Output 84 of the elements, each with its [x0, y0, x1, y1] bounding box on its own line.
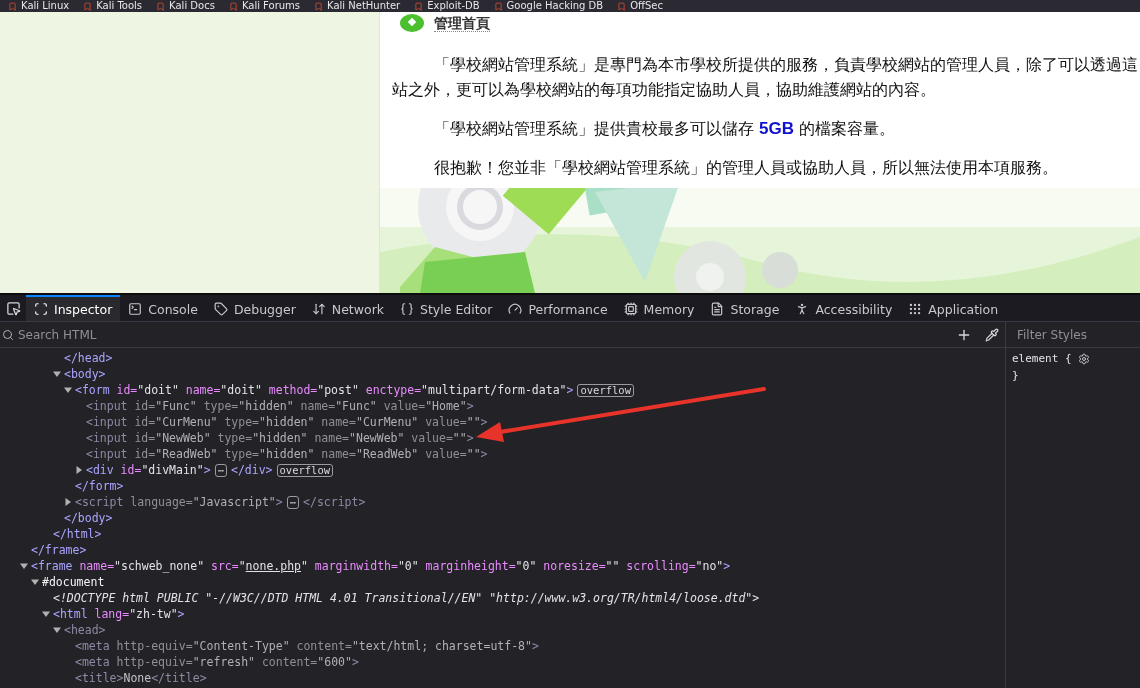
expanded-twisty-icon[interactable] — [64, 386, 72, 394]
expanded-twisty-icon[interactable] — [53, 370, 61, 378]
bookmark-icon — [493, 1, 503, 11]
tag-icon — [213, 302, 228, 316]
eyedropper-icon — [985, 327, 999, 342]
settings-icon[interactable] — [1077, 352, 1090, 365]
markup-text: <input id="NewWeb" type="hidden" name="NewWeb" value=""> — [86, 431, 474, 445]
paragraph-text: 「學校網站管理系統」提供貴校最多可以儲存 5GB 的檔案容量。 — [433, 118, 897, 140]
devtools-tab[interactable]: Memory — [615, 295, 703, 321]
collapsed-twisty-icon[interactable] — [75, 466, 83, 474]
devtools-tab[interactable]: Style Editor — [392, 295, 501, 321]
page-heading: 管理首頁 — [434, 14, 490, 32]
markup-badge[interactable]: ⋯ — [286, 495, 300, 509]
markup-text: </html> — [53, 527, 102, 541]
devtools-tab[interactable]: Accessibility — [787, 295, 901, 321]
bookmark-icon — [156, 1, 166, 11]
markup-text: <title>None</title> — [75, 671, 207, 685]
markup-text: </frame> — [31, 543, 87, 557]
bookmark-link[interactable]: Kali Forums — [228, 0, 301, 12]
markup-text: <input id="Func" type="hidden" name="Func" value="Home"> — [86, 399, 474, 413]
markup-text: <frame name="schweb_none" src="none.php" marginwidth="0" marginheight="0" noresize="" scrolling="no"> — [31, 559, 731, 573]
markup-text: <html lang="zh-tw"> — [53, 607, 185, 621]
pointer-icon — [5, 300, 21, 316]
expanded-twisty-icon[interactable] — [53, 626, 61, 634]
markup-text: <!DOCTYPE html PUBLIC "-//W3C//DTD HTML 4.01 Transitional//EN" "http://www.w3.org/TR/html4/loose.dtd"> — [53, 591, 760, 605]
devtools-tab[interactable]: Application — [900, 295, 1007, 321]
braces-icon — [400, 302, 414, 316]
paragraph-text: 「學校網站管理系統」是專門為本市學校所提供的服務，負責學校網站的管理人員，除了可以透過這 — [433, 54, 1139, 76]
bookmark-link[interactable]: OffSec — [617, 0, 663, 12]
markup-badge[interactable]: ⋯ — [214, 463, 227, 477]
link[interactable]: none.php — [245, 559, 301, 573]
bookmark-link[interactable]: Kali Tools — [83, 0, 143, 12]
markup-text: <meta http-equiv="Content-Type" content="text/html; charset=utf-8"> — [75, 639, 539, 653]
markup-text: <form id="doit" name="doit" method="post" enctype="multipart/form-data"> — [75, 383, 574, 397]
bookmark-link[interactable]: Kali Docs — [156, 0, 215, 12]
markup-text: #document — [42, 575, 105, 589]
inspector-icon — [34, 302, 48, 316]
markup-badge[interactable]: overflow — [276, 463, 334, 477]
markup-text: <head> — [64, 623, 106, 637]
search-field[interactable]: Search HTML — [16, 323, 949, 346]
markup-text: </script> — [303, 495, 366, 509]
bookmark-icon — [414, 1, 424, 11]
bookmark-link[interactable]: Kali Linux — [8, 0, 70, 12]
markup-text: </body> — [64, 511, 113, 525]
devtools-tab[interactable]: Performance — [500, 295, 616, 321]
devtools-tab[interactable]: Inspector — [26, 295, 121, 321]
bookmark-link[interactable]: Exploit-DB — [414, 0, 480, 12]
markup-text: </head> — [64, 351, 113, 365]
gauge-icon — [508, 302, 523, 316]
markup-text: <body> — [64, 367, 106, 381]
bookmark-link[interactable]: Google Hacking DB — [493, 0, 604, 12]
markup-text: <meta http-equiv="refresh" content="600"> — [75, 655, 359, 669]
document-icon — [710, 302, 725, 316]
expanded-twisty-icon[interactable] — [20, 562, 28, 570]
expanded-twisty-icon[interactable] — [42, 610, 50, 618]
rule-selector: element { — [1012, 352, 1072, 365]
markup-text: </form> — [75, 479, 124, 493]
devtools-tab[interactable]: Network — [303, 295, 392, 321]
paragraph-text: 很抱歉！您並非「學校網站管理系統」的管理人員或協助人員，所以無法使用本項服務。 — [433, 157, 1059, 179]
arrows-icon — [311, 302, 326, 316]
devtools-tab[interactable]: Console — [120, 295, 206, 321]
bookmark-link[interactable]: Kali NetHunter — [314, 0, 401, 12]
markup-text: <div id="divMain"> — [86, 463, 211, 477]
markup-badge[interactable]: overflow — [577, 383, 634, 397]
terminal-icon — [128, 302, 143, 316]
markup-text: <input id="ReadWeb" type="hidden" name="ReadWeb" value=""> — [86, 447, 488, 461]
bookmark-icon — [83, 1, 93, 11]
bookmark-icon — [314, 1, 324, 11]
paragraph-text: 站之外，更可以為學校網站的每項功能指定協助人員，協助維護網站的內容。 — [392, 79, 937, 101]
grid-icon — [908, 302, 923, 316]
search-icon — [2, 328, 14, 341]
filter-field[interactable]: Filter Styles — [1015, 323, 1140, 346]
bookmark-icon — [617, 1, 627, 11]
chip-icon — [623, 302, 638, 316]
devtools-tab[interactable]: Storage — [702, 295, 788, 321]
markup-text: <input id="CurMenu" type="hidden" name="CurMenu" value=""> — [86, 415, 488, 429]
expanded-twisty-icon[interactable] — [31, 578, 39, 586]
bookmark-icon — [228, 1, 238, 11]
markup-text: <script language="Javascript"> — [75, 495, 283, 509]
markup-text: </div> — [230, 463, 273, 477]
devtools-tab[interactable]: Debugger — [205, 295, 304, 321]
collapsed-twisty-icon[interactable] — [64, 498, 72, 506]
bookmark-icon — [8, 1, 17, 11]
rule-close: } — [1012, 369, 1020, 382]
